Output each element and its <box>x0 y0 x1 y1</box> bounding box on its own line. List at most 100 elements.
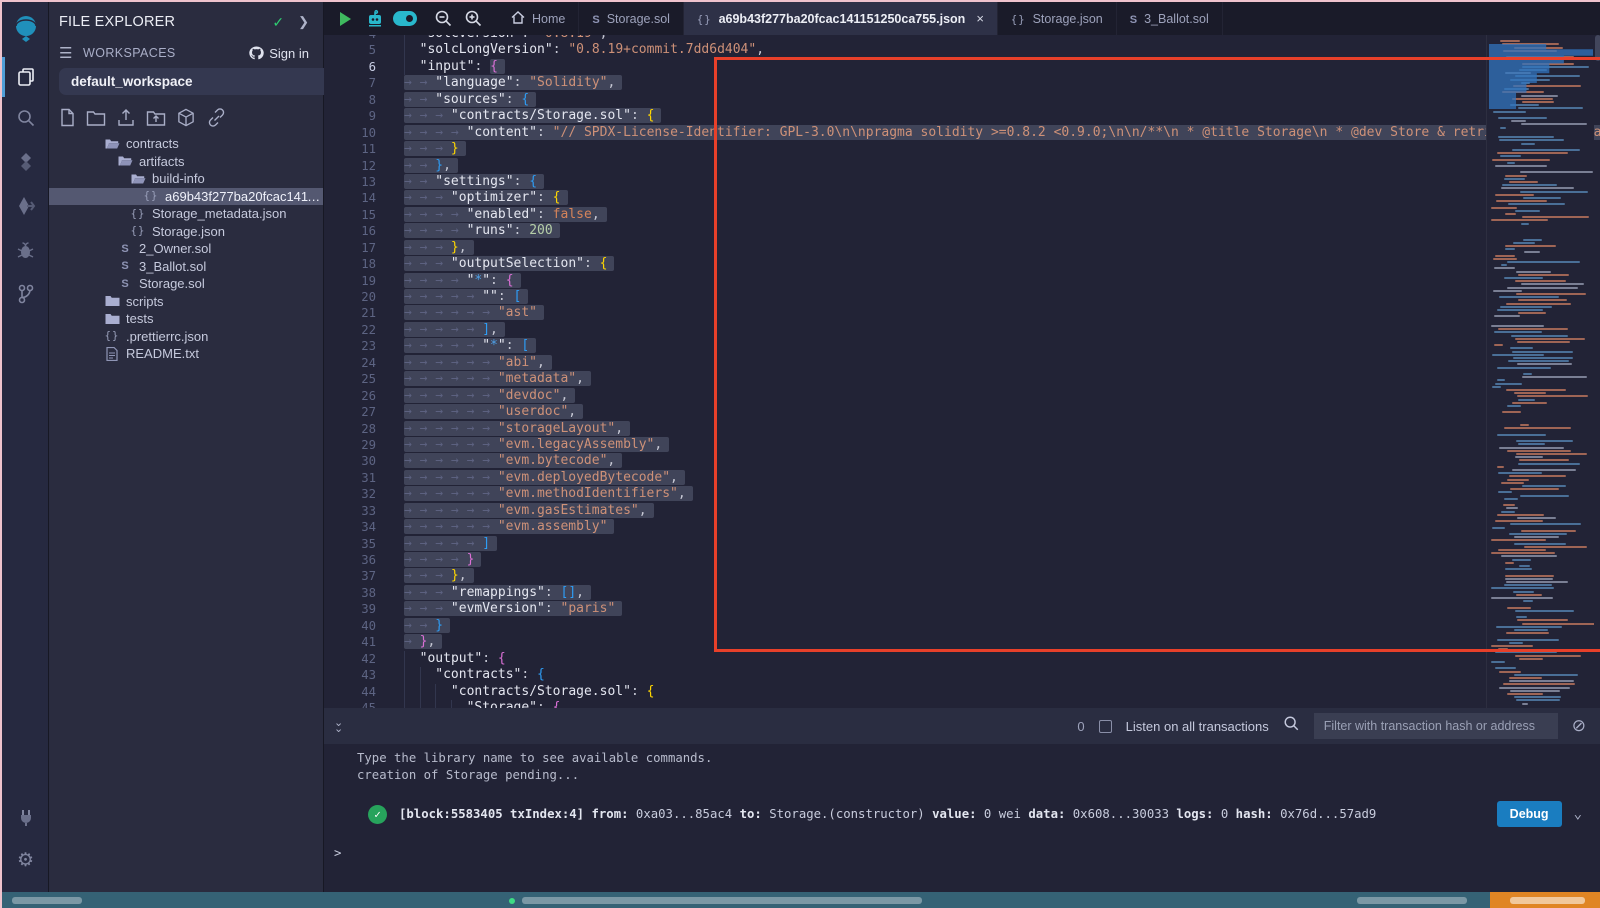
close-tab-icon[interactable]: × <box>976 11 984 26</box>
minimap[interactable] <box>1486 35 1594 708</box>
code-line[interactable]: 18→→→"outputSelection": { <box>324 256 1600 272</box>
code-line[interactable]: 42"output": { <box>324 651 1600 667</box>
code-line[interactable]: 36→→→→} <box>324 552 1600 568</box>
code-line[interactable]: 32→→→→→→"evm.methodIdentifiers", <box>324 486 1600 502</box>
line-number[interactable]: 29 <box>324 437 404 453</box>
code-line[interactable]: 39→→→"evmVersion": "paris" <box>324 601 1600 617</box>
line-number[interactable]: 21 <box>324 305 404 321</box>
code-line[interactable]: 8→→"sources": { <box>324 92 1600 108</box>
tree-item-storage-json[interactable]: {}Storage.json <box>49 223 323 241</box>
code-line[interactable]: 28→→→→→→"storageLayout", <box>324 421 1600 437</box>
code-line[interactable]: 31→→→→→→"evm.deployedBytecode", <box>324 470 1600 486</box>
line-number[interactable]: 28 <box>324 421 404 437</box>
copilot-toggle[interactable] <box>390 2 420 35</box>
git-icon[interactable] <box>2 274 49 314</box>
upload-file-icon[interactable] <box>116 108 136 127</box>
line-number[interactable]: 37 <box>324 568 404 584</box>
code-line[interactable]: 35→→→→→] <box>324 536 1600 552</box>
code-line[interactable]: 7→→"language": "Solidity", <box>324 75 1600 91</box>
line-number[interactable]: 14 <box>324 190 404 206</box>
line-number[interactable]: 18 <box>324 256 404 272</box>
tree-item-readme-txt[interactable]: README.txt <box>49 345 323 363</box>
run-script-button[interactable] <box>330 2 360 35</box>
code-line[interactable]: 17→→→}, <box>324 240 1600 256</box>
line-number[interactable]: 22 <box>324 322 404 338</box>
ai-copilot-icon[interactable] <box>360 2 390 35</box>
tree-item-2-owner-sol[interactable]: S2_Owner.sol <box>49 240 323 258</box>
code-line[interactable]: 33→→→→→→"evm.gasEstimates", <box>324 503 1600 519</box>
line-number[interactable]: 5 <box>324 42 404 58</box>
code-editor[interactable]: 4"solcVersion": "0.8.19",5"solcLongVersi… <box>324 35 1600 708</box>
code-line[interactable]: 43"contracts": { <box>324 667 1600 683</box>
line-number[interactable]: 25 <box>324 371 404 387</box>
zoom-out-button[interactable] <box>428 2 458 35</box>
line-number[interactable]: 34 <box>324 519 404 535</box>
file-explorer-icon[interactable] <box>2 57 49 97</box>
line-number[interactable]: 44 <box>324 684 404 700</box>
code-line[interactable]: 12→→}, <box>324 158 1600 174</box>
chevron-right-icon[interactable]: ❯ <box>298 14 309 30</box>
code-line[interactable]: 27→→→→→→"userdoc", <box>324 404 1600 420</box>
code-line[interactable]: 23→→→→→"*": [ <box>324 338 1600 354</box>
line-number[interactable]: 23 <box>324 338 404 354</box>
code-line[interactable]: 41→}, <box>324 634 1600 650</box>
expand-transaction-icon[interactable]: ⌄ <box>1574 806 1582 822</box>
tree-item--prettierrc-json[interactable]: {}.prettierrc.json <box>49 328 323 346</box>
line-number[interactable]: 15 <box>324 207 404 223</box>
code-line[interactable]: 21→→→→→→"ast" <box>324 305 1600 321</box>
line-number[interactable]: 6 <box>324 59 404 75</box>
terminal-prompt[interactable]: > <box>324 846 1600 860</box>
tab-a69b43f277ba20fcac141151250ca755-json[interactable]: {}a69b43f277ba20fcac141151250ca755.json× <box>684 2 998 35</box>
code-line[interactable]: 19→→→→"*": { <box>324 273 1600 289</box>
code-line[interactable]: 6"input": { <box>324 59 1600 75</box>
clear-console-icon[interactable]: ⊘ <box>1572 716 1586 736</box>
deploy-and-run-icon[interactable] <box>2 186 49 226</box>
transaction-log-row[interactable]: ✓ [block:5583405 txIndex:4] from: 0xa03.… <box>324 801 1600 827</box>
line-number[interactable]: 30 <box>324 453 404 469</box>
upload-folder-icon[interactable] <box>146 108 166 127</box>
cube-icon[interactable] <box>176 108 196 127</box>
line-number[interactable]: 26 <box>324 388 404 404</box>
tab-storage-sol[interactable]: SStorage.sol <box>579 2 684 35</box>
line-number[interactable]: 42 <box>324 651 404 667</box>
line-number[interactable]: 19 <box>324 273 404 289</box>
tree-item-build-info[interactable]: build-info <box>49 170 323 188</box>
workspace-select[interactable]: default_workspace ▲ <box>59 68 359 95</box>
line-number[interactable]: 36 <box>324 552 404 568</box>
code-line[interactable]: 20→→→→→"": [ <box>324 289 1600 305</box>
code-line[interactable]: 45"Storage": { <box>324 700 1600 708</box>
line-number[interactable]: 17 <box>324 240 404 256</box>
collapse-terminal-icon[interactable]: ⌄⌄ <box>334 720 343 732</box>
tree-item-storage-metadata-json[interactable]: {}Storage_metadata.json <box>49 205 323 223</box>
line-number[interactable]: 33 <box>324 503 404 519</box>
code-line[interactable]: 11→→→} <box>324 141 1600 157</box>
code-line[interactable]: 38→→→"remappings": [], <box>324 585 1600 601</box>
transaction-filter-input[interactable] <box>1314 713 1558 739</box>
search-icon[interactable] <box>2 98 49 138</box>
line-number[interactable]: 12 <box>324 158 404 174</box>
line-number[interactable]: 40 <box>324 618 404 634</box>
line-number[interactable]: 11 <box>324 141 404 157</box>
tab-3-ballot-sol[interactable]: S3_Ballot.sol <box>1117 2 1223 35</box>
link-icon[interactable] <box>206 108 227 127</box>
scrollbar-thumb[interactable] <box>1595 35 1600 61</box>
new-folder-icon[interactable] <box>86 108 106 127</box>
line-number[interactable]: 20 <box>324 289 404 305</box>
debugger-icon[interactable] <box>2 230 49 270</box>
code-line[interactable]: 29→→→→→→"evm.legacyAssembly", <box>324 437 1600 453</box>
line-number[interactable]: 41 <box>324 634 404 650</box>
tree-item-scripts[interactable]: scripts <box>49 293 323 311</box>
code-line[interactable]: 5"solcLongVersion": "0.8.19+commit.7dd6d… <box>324 42 1600 58</box>
solidity-compiler-icon[interactable] <box>2 142 49 182</box>
tree-item-contracts[interactable]: contracts <box>49 135 323 153</box>
tree-item-tests[interactable]: tests <box>49 310 323 328</box>
tab-home[interactable]: Home <box>498 2 579 35</box>
line-number[interactable]: 7 <box>324 75 404 91</box>
code-line[interactable]: 4"solcVersion": "0.8.19", <box>324 35 1600 42</box>
line-number[interactable]: 35 <box>324 536 404 552</box>
code-line[interactable]: 40→→} <box>324 618 1600 634</box>
code-line[interactable]: 34→→→→→→"evm.assembly" <box>324 519 1600 535</box>
code-line[interactable]: 10→→→→"content": "// SPDX-License-Identi… <box>324 125 1600 141</box>
code-line[interactable]: 16→→→→"runs": 200 <box>324 223 1600 239</box>
line-number[interactable]: 27 <box>324 404 404 420</box>
